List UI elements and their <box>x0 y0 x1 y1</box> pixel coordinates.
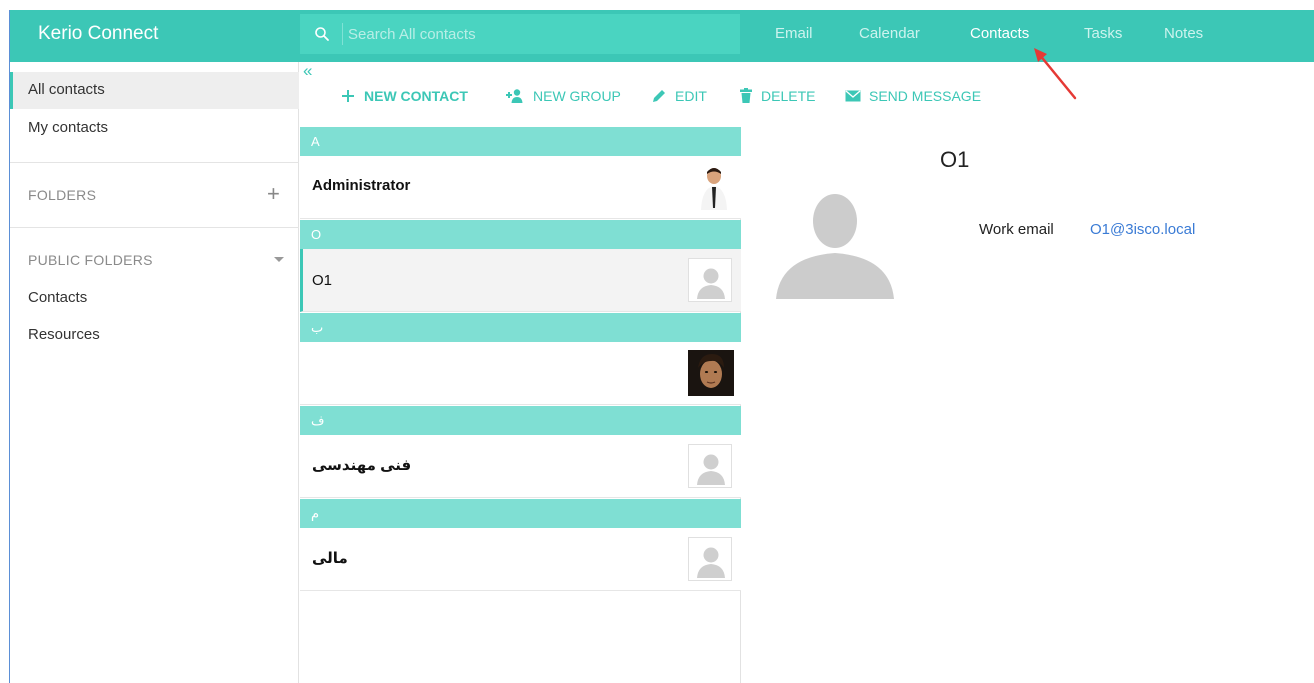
contact-list: A Administrator O O1 ب ف فنی مهندسی م ما… <box>300 127 741 683</box>
group-header-mim: م <box>300 499 741 528</box>
work-email-link[interactable]: O1@3isco.local <box>1090 221 1195 238</box>
delete-button[interactable]: DELETE <box>739 86 815 106</box>
contact-name: Administrator <box>312 177 411 194</box>
delete-label: DELETE <box>761 88 816 104</box>
contact-detail-title: O1 <box>940 147 970 172</box>
administrator-photo-avatar <box>688 164 734 210</box>
add-folder-plus-icon[interactable]: + <box>267 183 280 205</box>
nav-contacts[interactable]: Contacts <box>970 25 1029 42</box>
contact-row-o1[interactable]: O1 <box>300 249 741 312</box>
plus-icon <box>342 90 354 102</box>
edit-button[interactable]: EDIT <box>651 86 707 106</box>
group-header-beh: ب <box>300 313 741 342</box>
nav-notes[interactable]: Notes <box>1164 25 1203 42</box>
trash-icon <box>740 88 752 103</box>
search-icon <box>315 27 329 41</box>
group-header-a: A <box>300 127 741 156</box>
send-message-label: SEND MESSAGE <box>869 88 982 104</box>
contact-name: مالی <box>312 550 348 567</box>
sidebar-item-all-contacts[interactable]: All contacts <box>10 72 299 109</box>
contact-row-fanni-mohandesi[interactable]: فنی مهندسی <box>300 435 741 498</box>
annotation-arrow-icon <box>1034 48 1077 100</box>
person-placeholder-icon <box>697 268 725 299</box>
folders-header: FOLDERS <box>28 187 97 203</box>
nav-calendar[interactable]: Calendar <box>859 25 920 42</box>
contact-name: فنی مهندسی <box>312 457 412 474</box>
contact-photo-avatar <box>688 350 734 396</box>
new-contact-button[interactable]: NEW CONTACT <box>340 86 468 106</box>
expand-caret-icon[interactable] <box>274 257 284 262</box>
search-divider <box>342 23 343 45</box>
contact-name: O1 <box>312 272 333 289</box>
sidebar-divider <box>10 227 299 228</box>
contact-row-mali[interactable]: مالی <box>300 528 741 591</box>
sidebar-item-my-contacts[interactable]: My contacts <box>10 110 299 147</box>
contact-row-unnamed[interactable] <box>300 342 741 405</box>
group-header-feh: ف <box>300 406 741 435</box>
large-person-placeholder-icon <box>776 194 894 299</box>
default-avatar <box>688 537 732 581</box>
search-input[interactable] <box>348 22 728 46</box>
new-contact-label: NEW CONTACT <box>364 88 468 104</box>
group-add-icon <box>506 89 523 103</box>
sidebar: All contacts My contacts FOLDERS + PUBLI… <box>10 62 299 683</box>
default-avatar <box>688 258 732 302</box>
pencil-icon <box>653 90 665 102</box>
default-avatar <box>688 444 732 488</box>
sidebar-item-resources[interactable]: Resources <box>10 317 299 354</box>
edit-label: EDIT <box>675 88 707 104</box>
search-box[interactable] <box>300 14 740 54</box>
sidebar-divider <box>10 162 299 163</box>
app-title: Kerio Connect <box>38 23 159 44</box>
top-bar: Kerio Connect Email Calendar Contacts Ta… <box>10 10 1314 62</box>
envelope-icon <box>845 90 861 102</box>
nav-tasks[interactable]: Tasks <box>1084 25 1122 42</box>
person-placeholder-icon <box>697 454 725 485</box>
new-group-label: NEW GROUP <box>533 88 621 104</box>
public-folders-header: PUBLIC FOLDERS <box>28 252 153 268</box>
sidebar-item-contacts[interactable]: Contacts <box>10 280 299 317</box>
contact-row-administrator[interactable]: Administrator <box>300 156 741 219</box>
new-group-button[interactable]: NEW GROUP <box>505 86 621 106</box>
person-placeholder-icon <box>697 547 725 578</box>
work-email-label: Work email <box>979 221 1054 238</box>
collapse-panel-icon[interactable]: « <box>303 62 312 79</box>
send-message-button[interactable]: SEND MESSAGE <box>845 86 981 106</box>
group-header-o: O <box>300 220 741 249</box>
nav-email[interactable]: Email <box>775 25 813 42</box>
